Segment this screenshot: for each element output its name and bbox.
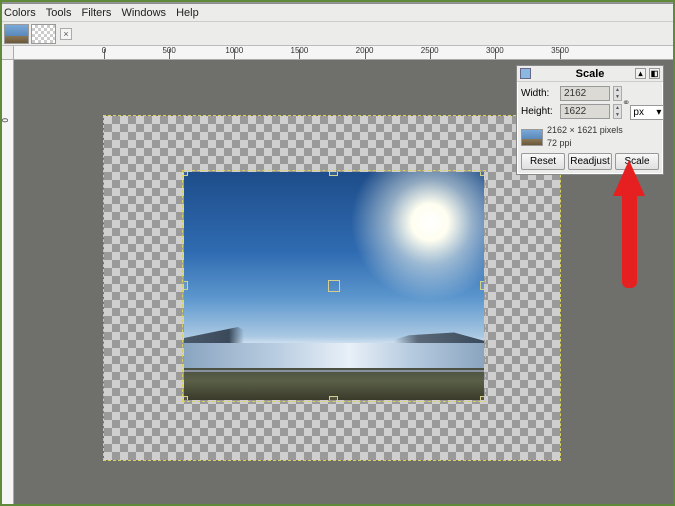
- height-spinner[interactable]: ▲▼: [613, 104, 622, 119]
- link-icon[interactable]: ⚭: [622, 86, 630, 120]
- height-label: Height:: [521, 106, 557, 117]
- collapse-icon[interactable]: ▴: [635, 68, 646, 79]
- menu-filters[interactable]: Filters: [81, 7, 111, 19]
- menu-tools[interactable]: Tools: [46, 7, 72, 19]
- info-dimensions: 2162 × 1621 pixels: [545, 124, 623, 137]
- dialog-titlebar[interactable]: Scale ▴ ◧: [517, 66, 663, 82]
- ruler-vertical: 0: [0, 60, 14, 506]
- width-input[interactable]: [560, 86, 610, 101]
- layer-thumb-photo[interactable]: [4, 24, 29, 44]
- transform-center-icon: [328, 280, 340, 292]
- height-input[interactable]: [560, 104, 610, 119]
- image-layer[interactable]: [184, 172, 484, 400]
- handle-br[interactable]: [480, 396, 484, 400]
- scale-button[interactable]: Scale: [615, 153, 659, 170]
- menu-colors[interactable]: Colors: [4, 7, 36, 19]
- ruler-corner: [0, 46, 14, 60]
- close-icon[interactable]: ×: [60, 28, 72, 40]
- handle-tm[interactable]: [329, 172, 338, 176]
- detach-icon[interactable]: ◧: [649, 68, 660, 79]
- reset-button[interactable]: Reset: [521, 153, 565, 170]
- width-label: Width:: [521, 88, 557, 99]
- handle-tr[interactable]: [480, 172, 484, 176]
- scale-dialog: Scale ▴ ◧ Width: ▲▼ Height: ▲▼ ⚭: [516, 65, 664, 175]
- handle-bm[interactable]: [329, 396, 338, 400]
- chevron-down-icon: ▾: [656, 107, 661, 118]
- width-spinner[interactable]: ▲▼: [613, 86, 622, 101]
- layer-thumb-checker[interactable]: [31, 24, 56, 44]
- menu-help[interactable]: Help: [176, 7, 199, 19]
- preview-thumb: [521, 129, 543, 146]
- handle-bl[interactable]: [184, 396, 188, 400]
- scale-icon: [520, 68, 531, 79]
- readjust-button[interactable]: Readjust: [568, 153, 612, 170]
- menu-windows[interactable]: Windows: [121, 7, 166, 19]
- handle-ml[interactable]: [184, 281, 188, 290]
- info-ppi: 72 ppi: [545, 137, 623, 150]
- menubar: Colors Tools Filters Windows Help: [0, 4, 675, 22]
- handle-mr[interactable]: [480, 281, 484, 290]
- layer-strip: ×: [0, 22, 675, 46]
- handle-tl[interactable]: [184, 172, 188, 176]
- unit-select[interactable]: px▾: [630, 105, 664, 120]
- ruler-horizontal: 0500100015002000250030003500: [14, 46, 675, 60]
- dialog-title: Scale: [576, 68, 605, 80]
